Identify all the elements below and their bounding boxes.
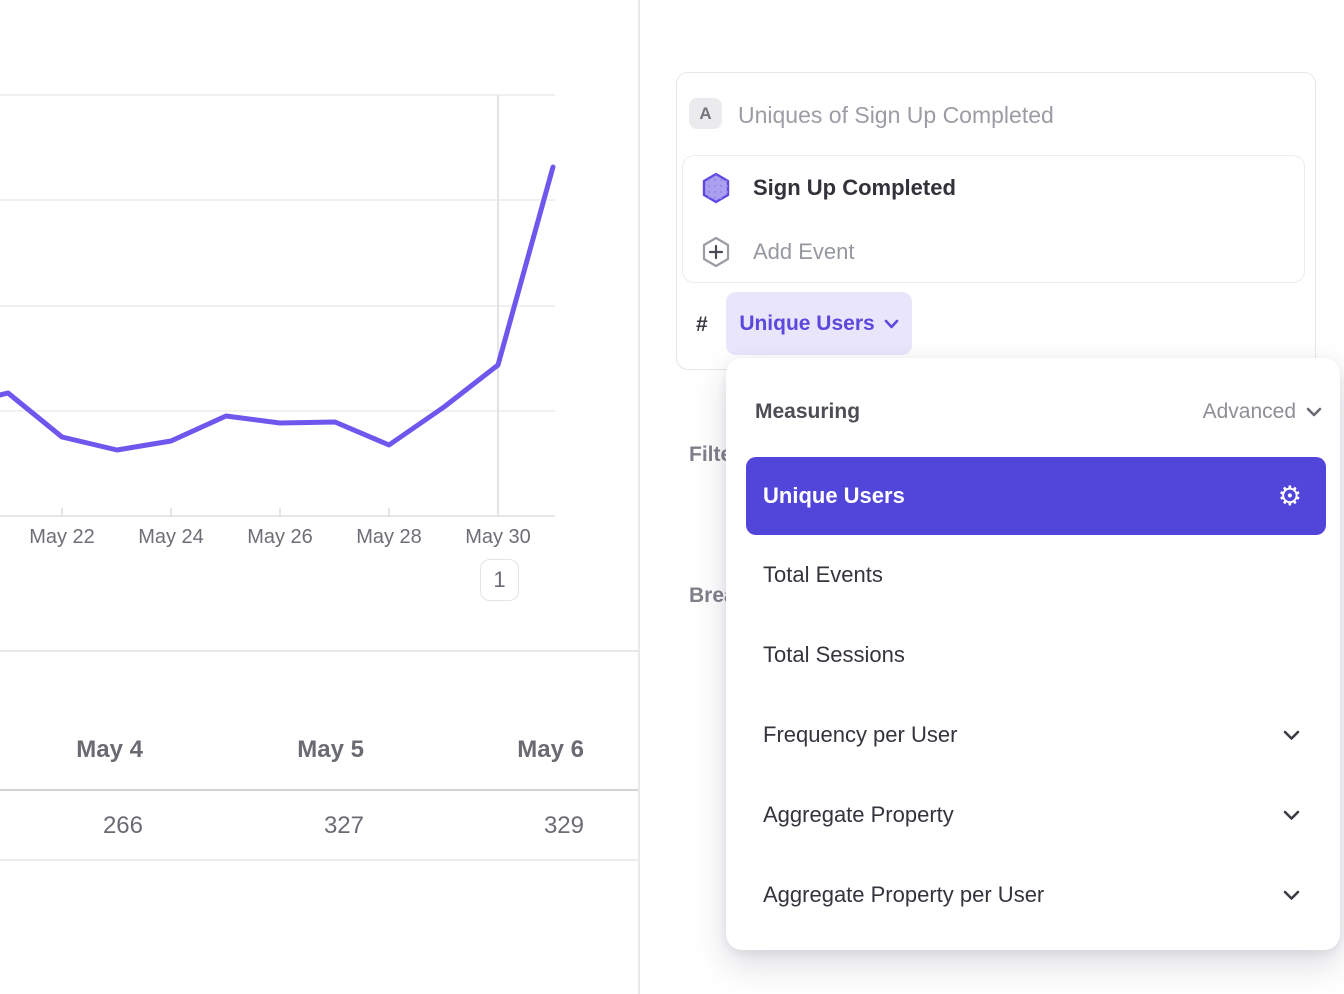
menu-item-aggregate-property[interactable]: Aggregate Property <box>746 775 1326 855</box>
series-letter-badge: A <box>689 98 722 129</box>
menu-item-label: Frequency per User <box>763 722 1283 748</box>
chart-gridlines <box>0 95 555 411</box>
measurement-chip[interactable]: Unique Users <box>726 292 912 355</box>
menu-item-frequency-per-user[interactable]: Frequency per User <box>746 695 1326 775</box>
pane-divider <box>638 0 640 994</box>
event-card: Sign Up Completed Add Event <box>682 155 1305 283</box>
table-top-divider <box>0 650 639 652</box>
gear-icon[interactable]: ⚙ <box>1278 483 1302 510</box>
chevron-down-icon <box>1283 730 1300 741</box>
add-event-label: Add Event <box>753 239 855 265</box>
line-chart <box>0 0 639 650</box>
table-value-cell: 327 <box>143 812 364 840</box>
hexagon-icon <box>700 172 732 204</box>
table-header-cell[interactable]: May 5 <box>143 736 364 764</box>
x-tick-label: May 22 <box>2 526 122 549</box>
plus-hexagon-icon <box>700 236 732 268</box>
advanced-label: Advanced <box>1203 400 1296 424</box>
measurement-hash-symbol: # <box>696 313 708 337</box>
chevron-down-icon <box>884 319 899 329</box>
table-row-divider <box>0 859 639 861</box>
event-name: Sign Up Completed <box>753 175 956 201</box>
chevron-down-icon <box>1283 890 1300 901</box>
x-tick-label: May 26 <box>220 526 340 549</box>
insights-screen: May 22 May 24 May 26 May 28 May 30 1 May… <box>0 0 1344 994</box>
table-value-cell: 329 <box>364 812 584 840</box>
dropdown-header: Measuring <box>755 400 860 424</box>
menu-item-label: Aggregate Property per User <box>763 882 1283 908</box>
menu-item-unique-users-selected[interactable]: Unique Users ⚙ <box>746 457 1326 535</box>
selected-item-label: Unique Users <box>763 483 1278 509</box>
table-header-divider <box>0 789 639 791</box>
table-header-cell[interactable]: May 4 <box>0 736 143 764</box>
pagination-badge[interactable]: 1 <box>480 559 519 601</box>
table-value-cell: 266 <box>0 812 143 840</box>
chart-series-line[interactable] <box>0 167 553 450</box>
x-tick-label: May 24 <box>111 526 231 549</box>
menu-item-label: Aggregate Property <box>763 802 1283 828</box>
measuring-dropdown: Measuring Advanced Unique Users ⚙ Total … <box>726 358 1340 950</box>
chart-ticks <box>62 508 389 516</box>
x-tick-label: May 30 <box>438 526 558 549</box>
menu-item-label: Total Events <box>763 562 1326 588</box>
event-row-sign-up-completed[interactable]: Sign Up Completed <box>683 156 1304 220</box>
menu-item-total-sessions[interactable]: Total Sessions <box>746 615 1326 695</box>
menu-item-aggregate-property-per-user[interactable]: Aggregate Property per User <box>746 855 1326 935</box>
chevron-down-icon <box>1283 810 1300 821</box>
add-event-row[interactable]: Add Event <box>683 220 1304 284</box>
x-tick-label: May 28 <box>329 526 449 549</box>
menu-item-total-events[interactable]: Total Events <box>746 535 1326 615</box>
query-title: Uniques of Sign Up Completed <box>738 100 1054 130</box>
advanced-mode-selector[interactable]: Advanced <box>1203 400 1322 424</box>
chevron-down-icon <box>1306 407 1322 417</box>
measurement-chip-label: Unique Users <box>739 312 874 336</box>
table-header-cell[interactable]: May 6 <box>364 736 584 764</box>
menu-item-label: Total Sessions <box>763 642 1326 668</box>
